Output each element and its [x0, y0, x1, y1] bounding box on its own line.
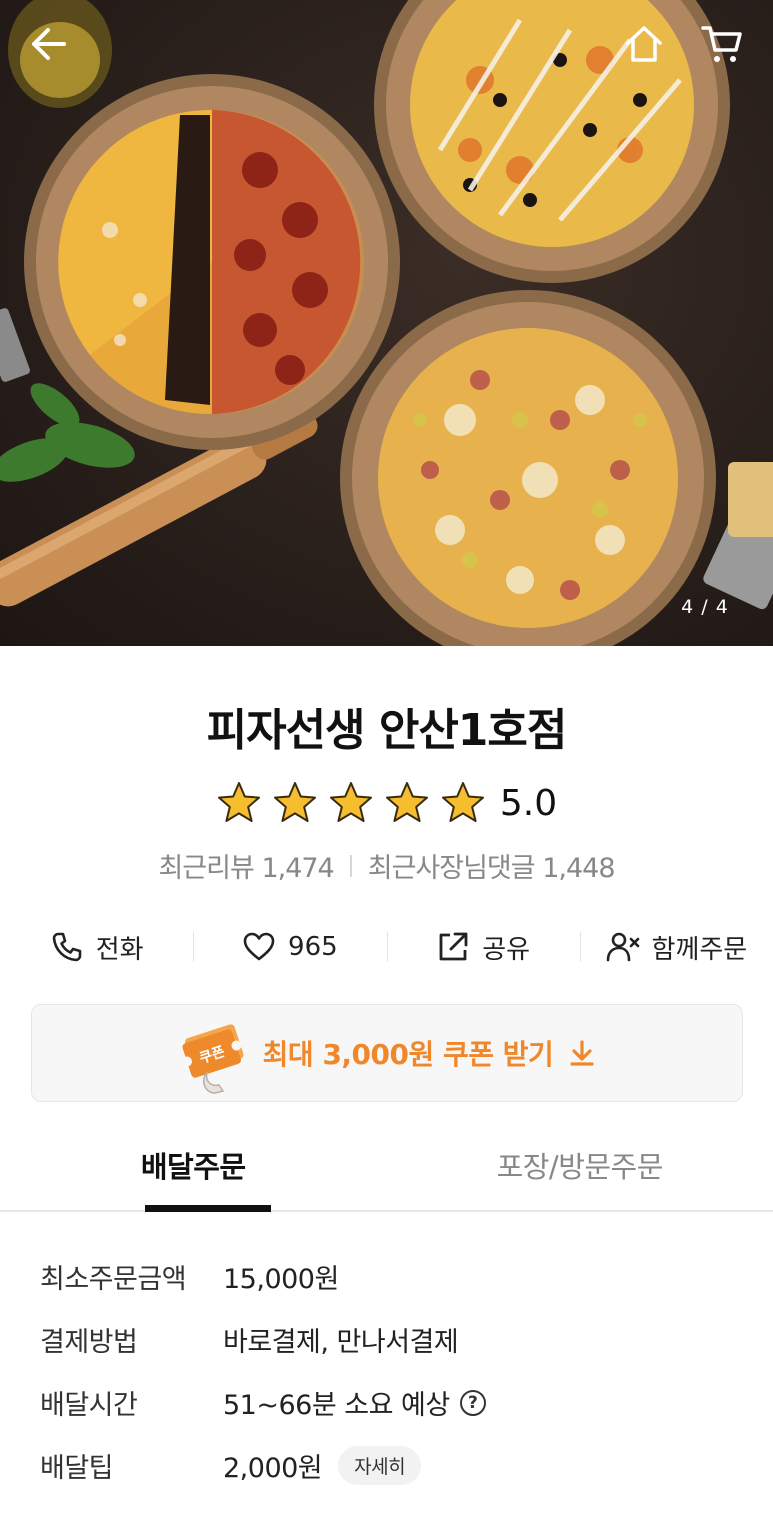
- info-label: 결제방법: [40, 1327, 138, 1358]
- info-row-delivery-tip: 배달팁 2,000원 자세히: [40, 1434, 740, 1497]
- like-button[interactable]: 965: [193, 916, 386, 978]
- home-button[interactable]: [616, 16, 672, 72]
- info-label: 배달팁: [40, 1453, 114, 1484]
- delivery-tip-detail-button[interactable]: 자세히: [338, 1446, 422, 1485]
- star-icon: [329, 782, 372, 822]
- review-stats: 최근리뷰 1,474 최근사장님댓글 1,448: [0, 846, 773, 885]
- owner-replies-count: 1,448: [542, 853, 615, 884]
- info-row-min-order: 최소주문금액 15,000원: [40, 1245, 740, 1308]
- share-icon: [439, 932, 468, 961]
- call-label: 전화: [95, 934, 144, 965]
- coupon-download-button[interactable]: 쿠폰 최대 3,000원 쿠폰 받기: [31, 1004, 743, 1102]
- min-order-value: 15,000원: [223, 1264, 339, 1295]
- info-row-payment: 결제방법 바로결제, 만나서결제: [40, 1308, 740, 1371]
- info-value: 51~66분 소요 예상 ?: [223, 1383, 486, 1422]
- rating-row: 5.0: [0, 776, 773, 830]
- recent-reviews-count: 1,474: [261, 853, 334, 884]
- info-row-delivery-time: 배달시간 51~66분 소요 예상 ?: [40, 1371, 740, 1434]
- divider: [349, 854, 352, 877]
- owner-replies[interactable]: 최근사장님댓글 1,448: [367, 846, 616, 885]
- owner-replies-label: 최근사장님댓글: [367, 853, 536, 884]
- group-order-label: 함께주문: [651, 934, 748, 965]
- info-value: 바로결제, 만나서결제: [223, 1320, 459, 1359]
- phone-icon: [52, 932, 82, 962]
- add-user-icon: [606, 932, 639, 962]
- tab-pickup[interactable]: 포장/방문주문: [387, 1130, 773, 1210]
- cart-button[interactable]: [694, 16, 750, 72]
- image-counter: 4 / 4: [681, 596, 729, 618]
- pizza-photo: [0, 0, 773, 646]
- info-label: 배달시간: [40, 1390, 138, 1421]
- store-photo-carousel[interactable]: 4 / 4: [0, 0, 773, 646]
- tab-delivery[interactable]: 배달주문: [0, 1130, 387, 1212]
- coupon-text: 최대 3,000원 쿠폰 받기: [262, 1038, 554, 1071]
- star-icon: [273, 782, 316, 822]
- delivery-info: 최소주문금액 15,000원 결제방법 바로결제, 만나서결제 배달시간 51~…: [40, 1245, 740, 1497]
- info-value: 2,000원 자세히: [223, 1446, 422, 1485]
- like-count: 965: [288, 932, 338, 962]
- star-icon: [385, 782, 428, 822]
- home-icon: [626, 26, 662, 62]
- help-icon[interactable]: ?: [459, 1389, 486, 1416]
- payment-methods-value: 바로결제, 만나서결제: [223, 1327, 459, 1358]
- back-arrow-icon: [32, 28, 66, 60]
- group-order-button[interactable]: 함께주문: [579, 916, 773, 978]
- call-button[interactable]: 전화: [0, 916, 193, 978]
- order-type-tabs: 배달주문 포장/방문주문: [0, 1130, 773, 1212]
- delivery-tip-value: 2,000원: [223, 1453, 323, 1484]
- share-label: 공유: [482, 934, 531, 965]
- coupon-ticket-icon: 쿠폰: [181, 1024, 244, 1094]
- recent-reviews-label: 최근리뷰: [158, 853, 254, 884]
- info-value: 15,000원: [223, 1257, 339, 1296]
- heart-icon: [243, 932, 275, 961]
- back-button[interactable]: [20, 16, 76, 72]
- rating-value: 5.0: [499, 782, 558, 824]
- star-icon: [217, 782, 260, 822]
- share-button[interactable]: 공유: [386, 916, 580, 978]
- info-label: 최소주문금액: [40, 1264, 187, 1295]
- store-name: 피자선생 안산1호점: [206, 705, 568, 756]
- star-icon: [441, 782, 484, 822]
- recent-reviews[interactable]: 최근리뷰 1,474: [158, 846, 334, 885]
- delivery-time-value: 51~66분 소요 예상: [223, 1390, 450, 1421]
- action-bar: 전화 965 공유 함께주문: [0, 916, 773, 978]
- cart-icon: [701, 26, 742, 62]
- download-icon: [570, 1040, 594, 1066]
